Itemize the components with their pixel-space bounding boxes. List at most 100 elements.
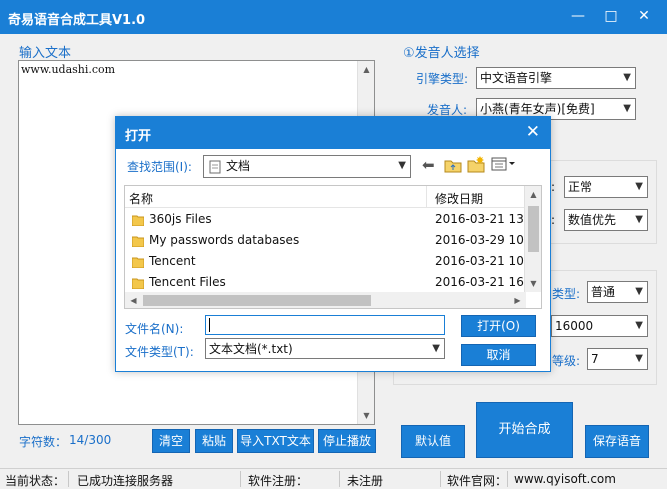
file-name: Tencent: [149, 254, 196, 268]
lookin-value: 文档: [226, 159, 251, 173]
dialog-cancel-button[interactable]: 取消: [461, 344, 536, 366]
setting-row1-colon: :: [551, 180, 556, 194]
status-bar: 当前状态： 已成功连接服务器 软件注册： 未注册 软件官网： www.qyiso…: [0, 468, 667, 489]
chevron-down-icon: ▼: [635, 214, 643, 225]
status-reg-label: 软件注册：: [248, 474, 309, 488]
minimize-button[interactable]: —: [567, 6, 589, 26]
status-site-label: 软件官网：: [447, 474, 508, 488]
column-name-header[interactable]: 名称: [129, 190, 153, 207]
document-icon: [209, 160, 221, 174]
engine-type-select[interactable]: 中文语音引擎 ▼: [476, 67, 636, 89]
stop-play-button[interactable]: 停止播放: [318, 429, 376, 453]
chevron-down-icon: ▼: [398, 160, 406, 171]
file-list-horizontal-scrollbar[interactable]: ◀ ▶: [125, 292, 526, 308]
file-list[interactable]: 名称 修改日期 360js Files 2016-03-21 13:0 My p…: [124, 185, 542, 309]
title-bar: 奇易语音合成工具V1.0 — □ ✕: [0, 0, 667, 34]
file-row[interactable]: Tencent 2016-03-21 10:5: [125, 251, 536, 272]
char-count-value: 14/300: [69, 433, 112, 447]
voice-value: 小燕(青年女声)[免费]: [480, 102, 595, 116]
file-date: 2016-03-21 16:1: [435, 275, 536, 289]
filename-input[interactable]: [205, 315, 445, 335]
status-reg-value: 未注册: [347, 474, 384, 488]
lookin-label: 查找范围(I):: [127, 160, 192, 174]
file-row[interactable]: My passwords databases 2016-03-29 10:3: [125, 230, 536, 251]
file-list-header: 名称 修改日期: [125, 186, 541, 208]
text-cursor: [209, 318, 210, 332]
import-txt-button[interactable]: 导入TXT文本: [237, 429, 314, 453]
scroll-down-arrow-icon[interactable]: ▼: [358, 407, 375, 424]
file-row[interactable]: Tencent Files 2016-03-21 16:1: [125, 272, 536, 293]
open-file-dialog: 打开 ✕ 查找范围(I): 文档 ▼ ⬅ 名称 修改日期 360js Files…: [115, 116, 551, 372]
back-arrow-icon[interactable]: ⬅: [422, 156, 435, 174]
save-voice-button[interactable]: 保存语音: [585, 425, 649, 458]
file-row[interactable]: 360js Files 2016-03-21 13:0: [125, 209, 536, 230]
type-select[interactable]: 普通 ▼: [587, 281, 648, 303]
maximize-button[interactable]: □: [600, 6, 622, 26]
dialog-open-button[interactable]: 打开(O): [461, 315, 536, 337]
column-date-header[interactable]: 修改日期: [435, 190, 483, 207]
scroll-up-arrow-icon[interactable]: ▲: [525, 186, 541, 203]
level-label-partial: 等级:: [552, 354, 581, 368]
number-mode-value: 数值优先: [568, 213, 617, 227]
file-name: Tencent Files: [149, 275, 226, 289]
file-date: 2016-03-29 10:3: [435, 233, 536, 247]
start-synthesis-button[interactable]: 开始合成: [476, 402, 573, 458]
file-name: 360js Files: [149, 212, 212, 226]
scroll-down-arrow-icon[interactable]: ▼: [525, 275, 541, 292]
folder-icon: [132, 236, 144, 247]
chevron-down-icon: ▼: [635, 353, 643, 364]
window-title: 奇易语音合成工具V1.0: [8, 13, 146, 28]
chevron-down-icon: ▼: [623, 72, 631, 83]
close-button[interactable]: ✕: [633, 6, 655, 26]
scroll-right-arrow-icon[interactable]: ▶: [509, 292, 526, 308]
new-folder-icon[interactable]: [467, 155, 485, 173]
engine-type-label: 引擎类型:: [416, 72, 469, 86]
dialog-title-bar: 打开 ✕: [116, 117, 550, 149]
file-date: 2016-03-21 10:5: [435, 254, 536, 268]
status-state-label: 当前状态：: [5, 474, 66, 488]
number-mode-select[interactable]: 数值优先 ▼: [564, 209, 648, 231]
level-value: 7: [591, 352, 599, 366]
scroll-left-arrow-icon[interactable]: ◀: [125, 292, 142, 308]
chevron-down-icon: ▼: [635, 320, 643, 331]
dialog-close-icon[interactable]: ✕: [526, 122, 540, 142]
folder-icon: [132, 257, 144, 268]
file-name: My passwords databases: [149, 233, 300, 247]
chevron-down-icon: ▼: [635, 286, 643, 297]
type-label-partial: 类型:: [552, 287, 581, 301]
filetype-select[interactable]: 文本文档(*.txt) ▼: [205, 338, 445, 359]
filetype-label: 文件类型(T):: [125, 345, 194, 359]
scroll-up-arrow-icon[interactable]: ▲: [358, 61, 375, 78]
setting-row2-colon: :: [551, 213, 556, 227]
status-state-value: 已成功连接服务器: [77, 474, 174, 488]
scroll-thumb[interactable]: [143, 295, 371, 306]
filename-label: 文件名(N):: [125, 322, 184, 336]
speed-value: 正常: [568, 180, 593, 194]
folder-icon: [132, 278, 144, 289]
char-count-label: 字符数：: [19, 435, 68, 449]
input-text-content: www.udashi.com: [21, 63, 116, 76]
folder-icon: [132, 215, 144, 226]
level-select[interactable]: 7 ▼: [587, 348, 648, 370]
speaker-section-title: ①发音人选择: [403, 46, 480, 61]
file-list-vertical-scrollbar[interactable]: ▲ ▼: [524, 186, 541, 292]
status-site-value: www.qyisoft.com: [514, 472, 616, 486]
lookin-select[interactable]: 文档 ▼: [203, 155, 411, 178]
input-text-label: 输入文本: [19, 46, 72, 61]
filetype-value: 文本文档(*.txt): [209, 342, 293, 356]
clear-button[interactable]: 清空: [152, 429, 190, 453]
speed-select[interactable]: 正常 ▼: [564, 176, 648, 198]
up-folder-icon[interactable]: [444, 157, 462, 173]
chevron-down-icon: ▼: [623, 103, 631, 114]
engine-type-value: 中文语音引擎: [480, 71, 553, 85]
sample-rate-value: 16000: [555, 319, 594, 333]
sample-rate-select[interactable]: 16000 ▼: [551, 315, 648, 337]
default-button[interactable]: 默认值: [401, 425, 465, 458]
scroll-thumb[interactable]: [528, 206, 539, 252]
type-value: 普通: [591, 285, 616, 299]
chevron-down-icon: ▼: [635, 181, 643, 192]
file-date: 2016-03-21 13:0: [435, 212, 536, 226]
chevron-down-icon: ▼: [432, 343, 440, 354]
view-menu-icon[interactable]: [491, 157, 517, 171]
paste-button[interactable]: 粘贴: [195, 429, 233, 453]
